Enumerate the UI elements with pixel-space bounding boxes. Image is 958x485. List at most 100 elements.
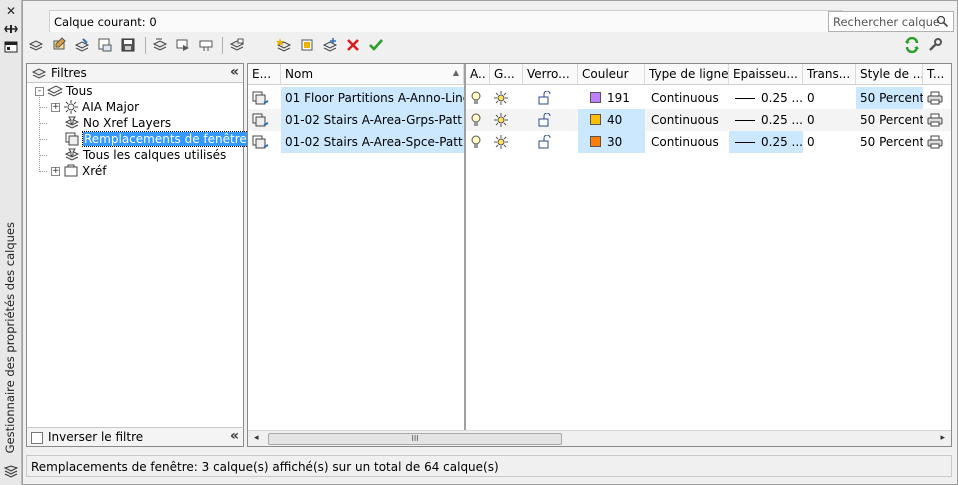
layer-name[interactable]: 01-02 Stairs A-Area-Grps-Patt bbox=[281, 109, 464, 131]
new-layer-icon[interactable] bbox=[275, 36, 293, 54]
sun-thawed-icon[interactable] bbox=[490, 87, 523, 109]
horizontal-scrollbar[interactable]: ◂ III ▸ bbox=[248, 430, 951, 446]
col-lock[interactable]: Verro... bbox=[523, 64, 578, 85]
delete-layer-icon[interactable] bbox=[344, 36, 362, 54]
layer-transparency[interactable]: 0 bbox=[803, 131, 856, 153]
sun-thawed-icon[interactable] bbox=[490, 109, 523, 131]
filter-node-viewport-overrides[interactable]: Remplacements de fenêtre bbox=[64, 131, 249, 147]
lineweight-value: 0.25 ... bbox=[761, 113, 803, 127]
color-swatch bbox=[590, 136, 601, 147]
table-row[interactable]: 01-02 Stairs A-Area-Spce-Patt 30 Continu… bbox=[248, 131, 951, 153]
search-input[interactable]: Rechercher calque bbox=[828, 11, 954, 32]
col-color[interactable]: Couleur bbox=[578, 64, 645, 85]
expand-icon[interactable]: + bbox=[51, 102, 60, 112]
collapse-icon[interactable]: - bbox=[35, 86, 44, 96]
unlocked-icon[interactable] bbox=[523, 87, 578, 109]
layer-isolate-icon[interactable] bbox=[151, 36, 169, 54]
unlocked-icon[interactable] bbox=[523, 131, 578, 153]
col-transparency[interactable]: Trans... bbox=[803, 64, 856, 85]
col-lineweight[interactable]: Epaisseu... bbox=[729, 64, 803, 85]
scroll-thumb[interactable]: III bbox=[268, 433, 562, 445]
viewport-override-icon bbox=[64, 131, 80, 147]
layer-status-icon bbox=[248, 87, 281, 109]
sun-thawed-icon[interactable] bbox=[490, 131, 523, 153]
filter-panel-footer: Inverser le filtre « bbox=[26, 427, 244, 447]
filter-node-no-xref[interactable]: No Xref Layers bbox=[64, 115, 171, 131]
collapse-filter-icon[interactable]: « bbox=[230, 64, 239, 80]
col-freeze[interactable]: G... bbox=[490, 64, 523, 85]
printer-icon[interactable] bbox=[923, 131, 951, 153]
invert-filter-checkbox[interactable] bbox=[31, 432, 43, 444]
filter-node-tous[interactable]: - Tous bbox=[35, 83, 93, 99]
col-plot[interactable]: T... bbox=[923, 64, 951, 85]
layer-linetype[interactable]: Continuous bbox=[645, 131, 729, 153]
settings-icon[interactable] bbox=[926, 36, 944, 54]
unlocked-icon[interactable] bbox=[523, 109, 578, 131]
col-linetype[interactable]: Type de ligne bbox=[645, 64, 729, 85]
refresh-icon[interactable] bbox=[903, 36, 921, 54]
layer-color[interactable]: 191 bbox=[578, 87, 645, 109]
layer-linetype[interactable]: Continuous bbox=[645, 87, 729, 109]
layer-lineweight[interactable]: 0.25 ... bbox=[729, 131, 803, 153]
filter-panel-header: Filtres « bbox=[27, 64, 243, 83]
sort-ascending-icon: ▲ bbox=[452, 68, 459, 77]
layer-states-manager-icon[interactable] bbox=[73, 36, 91, 54]
layers-icon bbox=[3, 465, 19, 479]
scroll-right-icon[interactable]: ▸ bbox=[940, 433, 945, 443]
layer-linetype[interactable]: Continuous bbox=[645, 109, 729, 131]
color-value: 40 bbox=[607, 113, 623, 127]
property-filter-icon bbox=[64, 115, 80, 131]
save-disk-icon[interactable] bbox=[119, 36, 137, 54]
layer-translate-icon[interactable] bbox=[228, 36, 246, 54]
filter-node-xref[interactable]: + Xréf bbox=[51, 163, 107, 179]
color-value: 30 bbox=[607, 135, 623, 149]
layer-lineweight[interactable]: 0.25 ... bbox=[729, 109, 803, 131]
collapse-filter-footer-icon[interactable]: « bbox=[230, 428, 239, 444]
col-plot-style[interactable]: Style de ... bbox=[856, 64, 923, 85]
table-row[interactable]: 01 Floor Partitions A-Anno-Line 191 Cont… bbox=[248, 87, 951, 109]
filter-node-used-layers[interactable]: Tous les calques utilisés bbox=[64, 147, 226, 163]
new-property-filter-icon[interactable] bbox=[27, 36, 45, 54]
layer-name[interactable]: 01 Floor Partitions A-Anno-Line bbox=[281, 87, 464, 109]
layer-states-save-icon[interactable] bbox=[96, 36, 114, 54]
col-on[interactable]: A.. bbox=[466, 64, 490, 85]
printer-icon[interactable] bbox=[923, 109, 951, 131]
layer-status-icon bbox=[248, 131, 281, 153]
filter-node-aia-major[interactable]: + AIA Major bbox=[51, 99, 139, 115]
lightbulb-on-icon[interactable] bbox=[466, 109, 490, 131]
expand-icon[interactable]: + bbox=[51, 166, 60, 176]
lightbulb-on-icon[interactable] bbox=[466, 131, 490, 153]
filter-panel: Filtres « - Tous + AIA Major No Xref Lay… bbox=[26, 63, 249, 447]
color-swatch bbox=[590, 92, 601, 103]
printer-icon[interactable] bbox=[923, 87, 951, 109]
layer-transparency[interactable]: 0 bbox=[803, 87, 856, 109]
col-name-label: Nom bbox=[285, 67, 314, 81]
properties-icon[interactable] bbox=[4, 40, 18, 54]
layer-transparency[interactable]: 0 bbox=[803, 109, 856, 131]
new-group-filter-icon[interactable] bbox=[50, 36, 68, 54]
layer-plot-style[interactable]: 50 Percent bbox=[856, 131, 923, 153]
lightbulb-on-icon[interactable] bbox=[466, 87, 490, 109]
layer-plot-style[interactable]: 50 Percent bbox=[856, 87, 923, 109]
layer-name[interactable]: 01-02 Stairs A-Area-Spce-Patt bbox=[281, 131, 464, 153]
scroll-left-icon[interactable]: ◂ bbox=[254, 433, 259, 443]
layer-manager: Calque courant: 0 Rechercher calque Filt… bbox=[22, 0, 958, 485]
autohide-icon[interactable] bbox=[4, 22, 18, 36]
grid-splitter[interactable] bbox=[464, 64, 466, 446]
table-row[interactable]: 01-02 Stairs A-Area-Grps-Patt 40 Continu… bbox=[248, 109, 951, 131]
search-icon[interactable] bbox=[936, 15, 949, 28]
layer-color[interactable]: 30 bbox=[578, 131, 645, 153]
close-icon[interactable]: ✕ bbox=[4, 4, 18, 18]
col-name[interactable]: Nom ▲ bbox=[281, 64, 464, 85]
set-current-icon[interactable] bbox=[367, 36, 385, 54]
invert-filter-label: Inverser le filtre bbox=[48, 430, 144, 444]
filter-label: Tous les calques utilisés bbox=[83, 148, 227, 162]
new-vp-frozen-layer-icon[interactable] bbox=[298, 36, 316, 54]
vp-freeze-icon[interactable] bbox=[321, 36, 339, 54]
col-status[interactable]: E... bbox=[248, 64, 281, 85]
layer-color[interactable]: 40 bbox=[578, 109, 645, 131]
layer-plot-style[interactable]: 50 Percent bbox=[856, 109, 923, 131]
layer-match-icon[interactable] bbox=[197, 36, 215, 54]
layer-lineweight[interactable]: 0.25 ... bbox=[729, 87, 803, 109]
layer-walk-icon[interactable] bbox=[174, 36, 192, 54]
